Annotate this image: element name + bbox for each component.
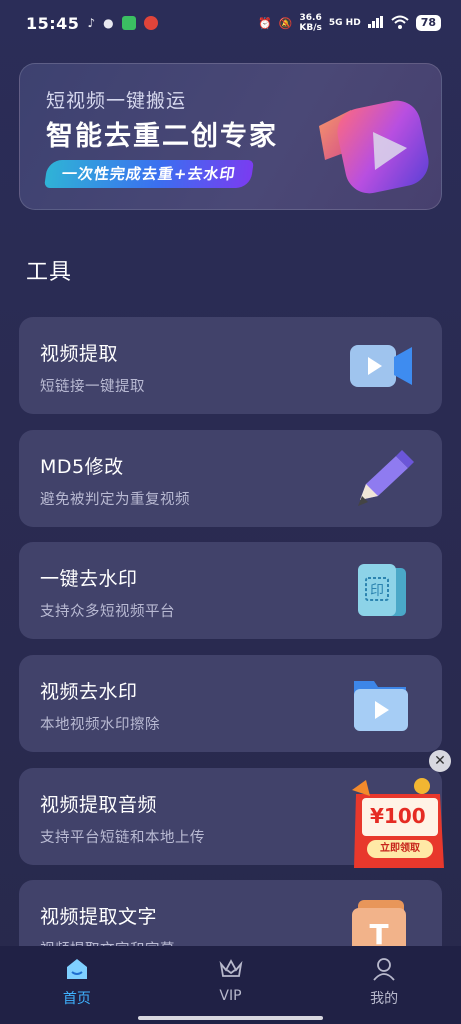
tool-card-one-click-watermark[interactable]: 一键去水印 支持众多短视频平台 印 — [19, 542, 442, 639]
promo-banner[interactable]: 短视频一键搬运 智能去重二创专家 一次性完成去重+去水印 — [19, 63, 442, 210]
tab-label: 首页 — [62, 991, 91, 1007]
banner-title: 智能去重二创专家 — [46, 121, 278, 152]
tool-title: 一键去水印 — [40, 568, 138, 590]
tab-label: VIP — [219, 988, 242, 1004]
tool-title: 视频去水印 — [40, 681, 138, 703]
red-app-icon — [143, 16, 158, 30]
banner-subtitle: 短视频一键搬运 — [46, 90, 187, 112]
home-indicator — [138, 1016, 323, 1020]
tool-card-md5-modify[interactable]: MD5修改 避免被判定为重复视频 — [19, 430, 442, 527]
user-icon — [373, 958, 395, 981]
notification-icon: ♪ — [87, 16, 96, 30]
tab-home[interactable]: 首页 — [0, 946, 154, 1024]
bottom-tab-bar: 首页 VIP 我的 — [0, 946, 461, 1024]
pencil-icon — [358, 450, 414, 506]
tool-card-video-extract[interactable]: 视频提取 短链接一键提取 — [19, 317, 442, 414]
section-title-tools: 工具 — [26, 260, 73, 285]
video-camera-3d-icon — [319, 100, 429, 194]
status-time: 15:45 — [26, 13, 80, 33]
wechat-icon: ● — [103, 16, 114, 30]
green-app-icon — [121, 16, 136, 30]
tool-title: 视频提取 — [40, 343, 119, 365]
status-bar: 15:45 ♪ ● ⏰ 🔕 36.6 KB/s 5G HD 78 — [0, 0, 461, 46]
watermark-stamp-icon: 印 — [358, 564, 406, 616]
wifi-icon — [391, 15, 409, 32]
tool-title: MD5修改 — [40, 456, 124, 478]
crown-icon — [219, 959, 242, 977]
coupon-claim-button[interactable]: 立即领取 — [367, 840, 433, 858]
tool-desc: 短链接一键提取 — [40, 379, 145, 395]
tool-desc: 本地视频水印擦除 — [40, 717, 160, 733]
network-type: 5G HD — [328, 18, 361, 28]
tool-title: 视频提取音频 — [40, 794, 158, 816]
mute-icon: 🔕 — [278, 16, 293, 30]
tool-desc: 支持平台短链和本地上传 — [40, 830, 205, 846]
coupon-float[interactable]: ¥100 立即领取 — [352, 776, 450, 872]
coupon-close-button[interactable]: ✕ — [429, 750, 451, 772]
svg-text:印: 印 — [370, 583, 384, 599]
tool-desc: 支持众多短视频平台 — [40, 604, 175, 620]
signal-icon — [367, 15, 384, 31]
video-folder-icon — [354, 681, 408, 731]
banner-tagline: 一次性完成去重+去水印 — [44, 160, 254, 188]
tab-label: 我的 — [370, 991, 399, 1007]
coupon-amount: ¥100 — [370, 804, 426, 828]
battery-indicator: 78 — [415, 15, 441, 31]
video-camera-icon — [350, 345, 412, 387]
network-speed-value: 36.6 — [299, 13, 322, 23]
tab-vip[interactable]: VIP — [154, 946, 308, 1024]
network-speed-unit: KB/s — [299, 23, 322, 33]
home-icon — [66, 959, 87, 979]
tool-title: 视频提取文字 — [40, 906, 158, 928]
alarm-icon: ⏰ — [258, 16, 272, 30]
tool-desc: 避免被判定为重复视频 — [40, 492, 190, 508]
tool-card-video-watermark[interactable]: 视频去水印 本地视频水印擦除 — [19, 655, 442, 752]
network-speed: 36.6 KB/s — [299, 13, 321, 33]
tab-profile[interactable]: 我的 — [307, 946, 461, 1024]
